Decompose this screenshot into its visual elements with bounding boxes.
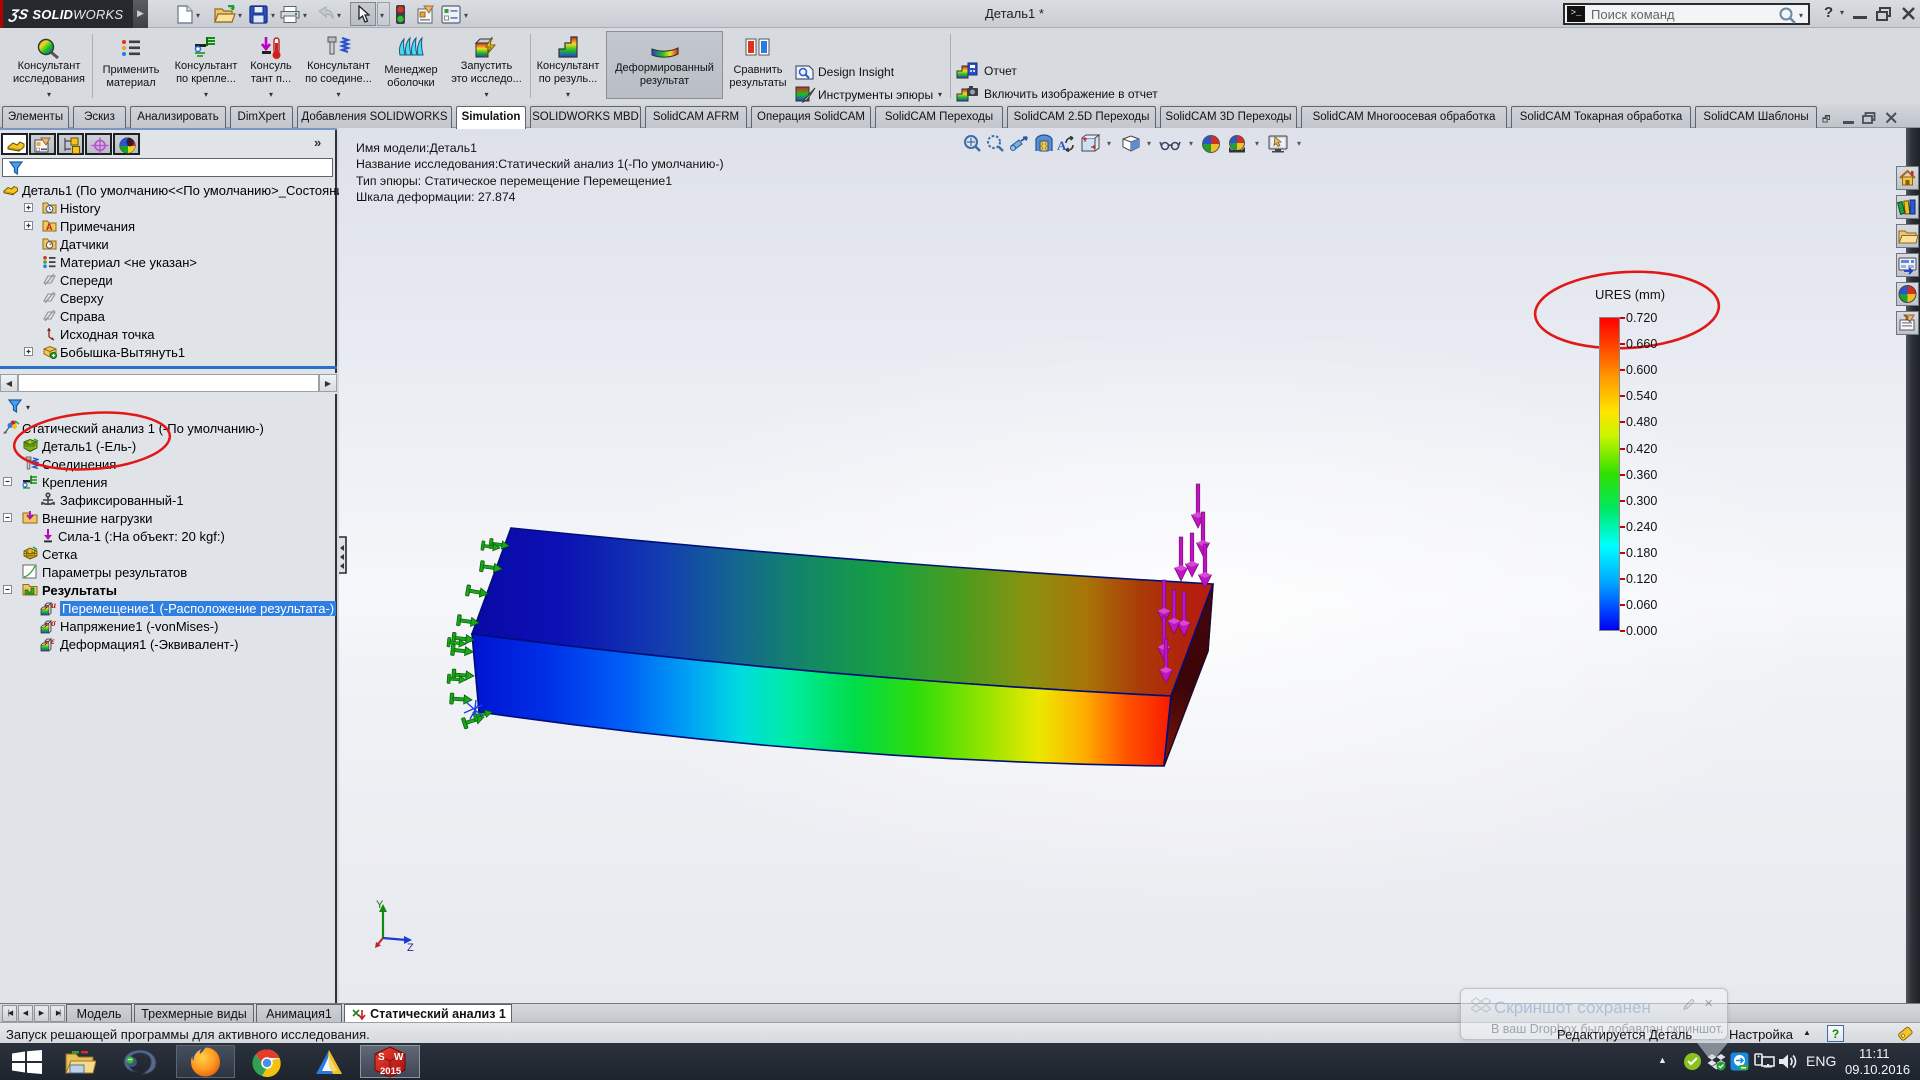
svg-text:W: W — [394, 1052, 404, 1063]
svg-text:A: A — [46, 222, 53, 232]
svg-text:σ: σ — [51, 618, 57, 628]
svg-text:ε: ε — [51, 636, 55, 646]
svg-text:A: A — [1057, 138, 1067, 153]
svg-text:S: S — [378, 1052, 385, 1063]
svg-text:2015: 2015 — [380, 1066, 402, 1077]
svg-text:u: u — [51, 600, 56, 610]
